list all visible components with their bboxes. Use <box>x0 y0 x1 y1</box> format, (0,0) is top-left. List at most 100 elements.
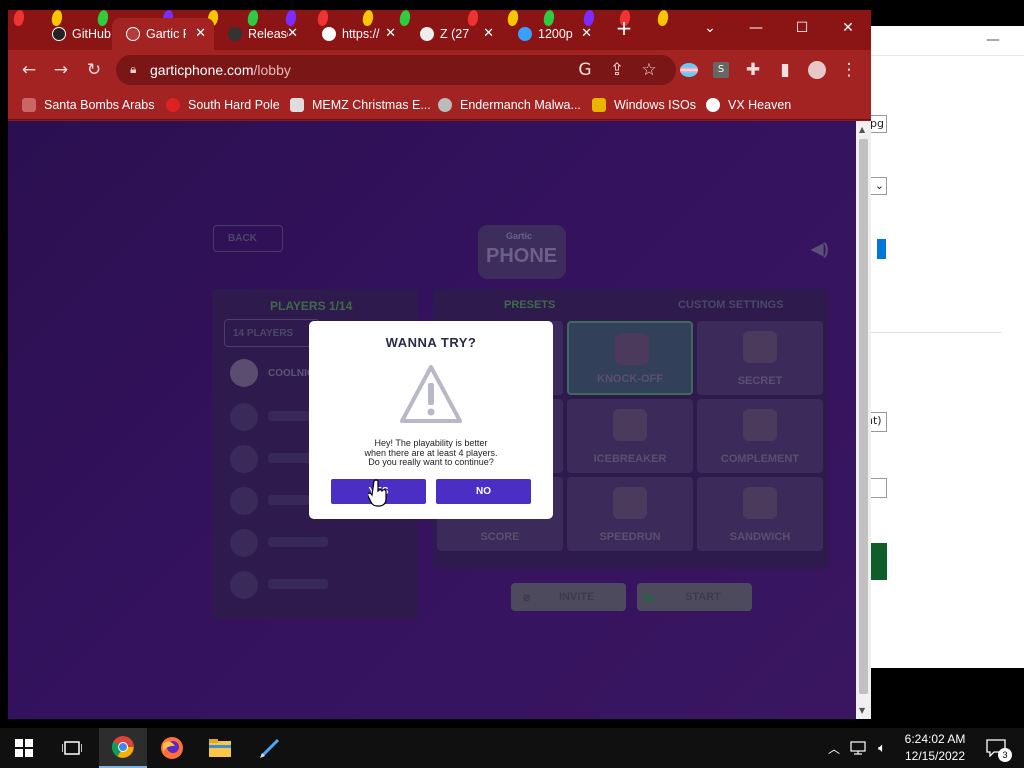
lock-icon: 🔒︎ <box>130 62 137 76</box>
network-icon[interactable] <box>847 728 869 768</box>
close-icon[interactable]: ✕ <box>581 26 592 41</box>
chrome-icon <box>112 736 134 758</box>
bookmark-memz-christmas[interactable]: MEMZ Christmas E... <box>290 96 431 114</box>
background-window-titlebar: — <box>871 26 1024 56</box>
bookmark-icon <box>290 98 304 112</box>
ice-icon <box>613 409 647 441</box>
folder-icon <box>209 739 231 757</box>
bookmark-santa-bombs-arabs[interactable]: Santa Bombs Arabs <box>22 96 154 114</box>
scroll-up-icon[interactable]: ▲ <box>859 125 865 134</box>
scrollbar-thumb[interactable] <box>859 139 868 694</box>
close-icon[interactable]: ✕ <box>385 26 396 41</box>
bookmark-icon <box>22 98 36 112</box>
complement-icon <box>743 409 777 441</box>
no-button[interactable]: NO <box>436 479 531 504</box>
bookmark-vx-heaven[interactable]: VX Heaven <box>706 96 791 114</box>
avatar <box>230 359 258 387</box>
background-minimize-button[interactable]: — <box>986 32 1000 48</box>
preset-label: SPEEDRUN <box>599 531 661 543</box>
tab-search-button[interactable]: ⌄ <box>690 14 730 42</box>
tab-presets[interactable]: PRESETS <box>504 299 555 311</box>
background-divider <box>871 332 1001 333</box>
taskbar-chrome[interactable] <box>99 728 147 768</box>
address-bar[interactable]: 🔒︎ garticphone.com/lobby G ⇪ ☆ <box>116 55 676 85</box>
back-button[interactable]: BACK <box>213 225 283 252</box>
avatar <box>230 571 258 599</box>
extensions-puzzle-icon[interactable]: ✚ <box>742 59 764 81</box>
preset-label: ICEBREAKER <box>593 453 667 465</box>
preset-tile-secret[interactable]: SECRET <box>697 321 823 395</box>
notification-count-badge: 3 <box>998 748 1012 762</box>
close-icon[interactable]: ✕ <box>483 26 494 41</box>
preset-tile-speedrun[interactable]: SPEEDRUN <box>567 477 693 551</box>
cards-icon <box>615 333 649 365</box>
empty-slot <box>268 579 328 589</box>
bookmark-star-icon[interactable]: ☆ <box>638 59 660 81</box>
share-icon[interactable]: ⇪ <box>606 59 628 81</box>
tab-custom-settings[interactable]: CUSTOM SETTINGS <box>678 299 784 311</box>
google-lens-icon[interactable]: G <box>574 59 596 81</box>
taskbar-file-explorer[interactable] <box>196 728 244 768</box>
preset-tile-knock-off[interactable]: KNOCK-OFF <box>567 321 693 395</box>
tab-z[interactable]: Z (27 ✕ <box>406 18 502 50</box>
side-panel-icon[interactable]: ▮ <box>774 59 796 81</box>
secret-icon <box>743 331 777 363</box>
extension-flag-icon[interactable] <box>678 59 700 81</box>
profile-avatar-icon[interactable] <box>806 59 828 81</box>
notifications-button[interactable]: 3 <box>978 728 1014 768</box>
start-button[interactable]: ▶ START <box>637 583 752 611</box>
bookmark-windows-isos[interactable]: Windows ISOs <box>592 96 696 114</box>
bookmark-icon <box>166 98 180 112</box>
taskbar-clock[interactable]: 6:24:02 AM 12/15/2022 <box>900 731 970 765</box>
tab-releases[interactable]: Releases ✕ <box>214 18 306 50</box>
tray-chevron-icon[interactable]: ︿ <box>823 728 845 768</box>
player-row-empty <box>230 527 416 561</box>
invite-button[interactable]: ⌀ INVITE <box>511 583 626 611</box>
pen-icon <box>260 738 280 758</box>
avatar <box>230 487 258 515</box>
forward-icon[interactable]: → <box>50 59 72 81</box>
preset-label: KNOCK-OFF <box>597 373 663 385</box>
bookmark-label: VX Heaven <box>728 98 792 112</box>
start-button-windows[interactable] <box>0 728 48 768</box>
maximize-button[interactable]: ☐ <box>782 14 822 42</box>
browser-toolbar: ← → ↻ 🔒︎ garticphone.com/lobby G ⇪ ☆ S ✚… <box>8 50 871 90</box>
background-green-button[interactable] <box>869 543 887 580</box>
extension-s-icon[interactable]: S <box>710 59 732 81</box>
new-tab-button[interactable]: + <box>604 14 644 42</box>
tab-label: 1200p <box>538 27 573 41</box>
desktop-strip <box>1004 0 1024 26</box>
warning-icon <box>400 365 462 423</box>
speaker-icon[interactable]: ◀) <box>811 239 829 259</box>
bookmark-endermanch-malware[interactable]: Endermanch Malwa... <box>438 96 581 114</box>
close-icon[interactable]: ✕ <box>195 26 206 41</box>
preset-tile-sandwich[interactable]: SANDWICH <box>697 477 823 551</box>
logo-top-text: Gartic <box>506 231 533 241</box>
taskbar-pen-app[interactable] <box>246 728 294 768</box>
reload-icon[interactable]: ↻ <box>83 59 105 81</box>
logo-bottom-text: PHONE <box>486 245 558 267</box>
tab-1200p[interactable]: 1200p ✕ <box>504 18 600 50</box>
menu-kebab-icon[interactable]: ⋮ <box>838 59 860 81</box>
scroll-down-icon[interactable]: ▼ <box>859 706 865 715</box>
bookmark-label: Windows ISOs <box>614 98 696 112</box>
empty-slot <box>268 537 328 547</box>
bookmarks-bar: Santa Bombs Arabs South Hard Pole MEMZ C… <box>8 90 871 120</box>
task-view-button[interactable] <box>48 728 96 768</box>
start-label: START <box>685 591 721 603</box>
bookmark-south-hard-pole[interactable]: South Hard Pole <box>166 96 280 114</box>
players-select[interactable]: 14 PLAYERS <box>224 319 320 347</box>
minimize-button[interactable]: — <box>736 14 776 42</box>
volume-icon[interactable]: 🔈︎ <box>871 728 893 768</box>
close-button[interactable]: ✕ <box>828 14 868 42</box>
tab-gartic-phone[interactable]: Gartic Phone ✕ <box>112 18 214 50</box>
taskbar-firefox[interactable] <box>148 728 196 768</box>
bookmark-label: Endermanch Malwa... <box>460 98 581 112</box>
preset-tile-icebreaker[interactable]: ICEBREAKER <box>567 399 693 473</box>
close-icon[interactable]: ✕ <box>287 26 298 41</box>
page-scrollbar[interactable]: ▲ ▼ <box>856 121 871 719</box>
windows-logo-icon <box>15 739 33 757</box>
tab-google[interactable]: https:// ✕ <box>308 18 404 50</box>
preset-tile-complement[interactable]: COMPLEMENT <box>697 399 823 473</box>
back-icon[interactable]: ← <box>18 59 40 81</box>
